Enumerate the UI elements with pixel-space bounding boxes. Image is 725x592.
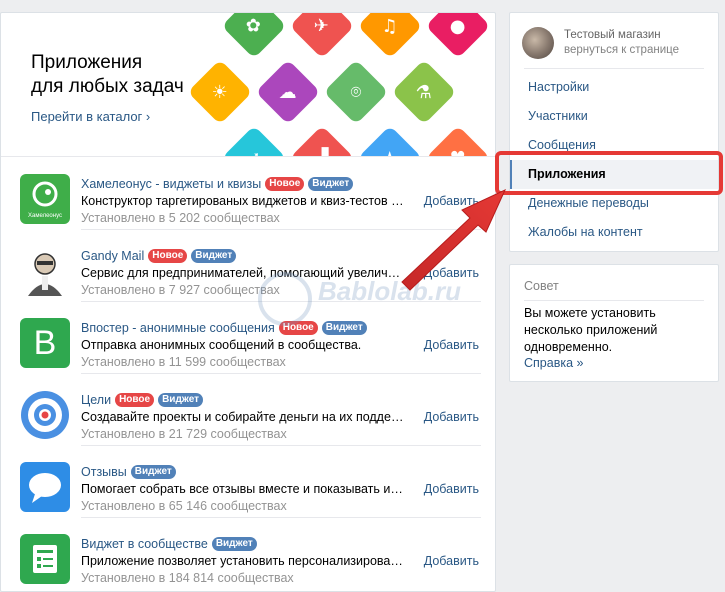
tip-title: Совет bbox=[524, 279, 559, 293]
add-app-button[interactable]: Добавить bbox=[424, 194, 479, 208]
app-title-row: Впостер - анонимные сообщения Новое Виджет bbox=[81, 321, 371, 335]
watermark: Bablolab.ru bbox=[318, 276, 462, 306]
new-badge: Новое bbox=[115, 393, 155, 407]
menu-item-content-complaints[interactable]: Жалобы на контент bbox=[510, 218, 718, 247]
airplane-icon: ✈ bbox=[289, 13, 355, 59]
app-description: Создавайте проекты и собирайте деньги на… bbox=[81, 410, 406, 424]
app-installs-count: Установлено в 11 599 сообществах bbox=[81, 355, 286, 369]
watermark-icon bbox=[258, 272, 312, 326]
highlight-box bbox=[495, 151, 723, 195]
new-badge: Новое bbox=[265, 177, 305, 191]
widget-badge: Виджет bbox=[308, 177, 354, 191]
app-name-link[interactable]: Gandy Mail bbox=[81, 249, 144, 263]
app-list-item[interactable]: Отзывы Виджет Помогает собрать все отзывы … bbox=[1, 446, 495, 518]
app-description: Приложение позволяет установить персонал… bbox=[81, 554, 406, 568]
add-app-button[interactable]: Добавить bbox=[424, 554, 479, 568]
widget-badge: Виджет bbox=[191, 249, 237, 263]
app-description: Помогает собрать все отзывы вместе и пок… bbox=[81, 482, 406, 496]
map-pin-icon: ⌾ bbox=[323, 59, 389, 125]
bell-icon: ♫ bbox=[357, 13, 423, 59]
page: Приложения для любых задач Перейти в кат… bbox=[0, 0, 725, 592]
app-installs-count: Установлено в 7 927 сообществах bbox=[81, 283, 280, 297]
svg-text:Хамелеонус: Хамелеонус bbox=[28, 213, 62, 219]
target-icon[interactable] bbox=[20, 390, 70, 440]
divider bbox=[524, 68, 704, 69]
speech-bubble-icon[interactable] bbox=[20, 462, 70, 512]
widget-badge: Виджет bbox=[130, 465, 176, 479]
menu-item-settings[interactable]: Настройки bbox=[510, 73, 718, 102]
app-name-link[interactable]: Хамелеонус - виджеты и квизы bbox=[81, 177, 261, 191]
divider bbox=[524, 300, 704, 301]
app-list: Хамелеонус Хамелеонус - виджеты и квизы Но… bbox=[1, 158, 495, 590]
flask-icon: ⚗ bbox=[391, 59, 457, 125]
app-name-link[interactable]: Цели bbox=[81, 393, 111, 407]
app-name-link[interactable]: Виджет в сообществе bbox=[81, 537, 208, 551]
sun-icon: ☀ bbox=[187, 59, 253, 125]
chameleon-icon[interactable]: Хамелеонус bbox=[20, 174, 70, 224]
vposter-icon[interactable]: B bbox=[20, 318, 70, 368]
app-installs-count: Установлено в 184 814 сообществах bbox=[81, 571, 294, 585]
app-list-item[interactable]: B Впостер - анонимные сообщения Новое Видже… bbox=[1, 302, 495, 374]
star-icon: ★ bbox=[357, 125, 423, 156]
widget-badge: Виджет bbox=[211, 537, 257, 551]
app-installs-count: Установлено в 65 146 сообществах bbox=[81, 499, 287, 513]
app-title-row: Цели Новое Виджет bbox=[81, 393, 207, 407]
flower-icon: ✿ bbox=[221, 13, 287, 59]
cloud-icon: ☁ bbox=[255, 59, 321, 125]
app-list-item[interactable]: Цели Новое Виджет Создавайте проекты и соби… bbox=[1, 374, 495, 446]
app-title-row: Виджет в сообществе Виджет bbox=[81, 537, 261, 551]
rocket-icon: ➶ bbox=[221, 125, 287, 156]
app-list-item[interactable]: Хамелеонус Хамелеонус - виджеты и квизы Но… bbox=[1, 158, 495, 230]
app-name-link[interactable]: Отзывы bbox=[81, 465, 127, 479]
add-app-button[interactable]: Добавить bbox=[424, 338, 479, 352]
apps-banner: Приложения для любых задач Перейти в кат… bbox=[1, 13, 495, 157]
add-app-button[interactable]: Добавить bbox=[424, 482, 479, 496]
app-list-item[interactable]: Виджет в сообществе Виджет Приложение позв… bbox=[1, 518, 495, 590]
app-description: Отправка анонимных сообщений в сообществ… bbox=[81, 338, 362, 352]
boot-icon: ▟ bbox=[289, 125, 355, 156]
widget-badge: Виджет bbox=[158, 393, 204, 407]
help-link[interactable]: Справка » bbox=[524, 356, 583, 370]
banner-tiles: ✿✈♫● ☀☁⌾⚗ ➶▟★♥ bbox=[161, 13, 495, 156]
tip-text: Вы можете установить несколько приложени… bbox=[524, 306, 658, 354]
apple-icon: ● bbox=[425, 13, 491, 59]
widget-form-icon[interactable] bbox=[20, 534, 70, 584]
app-title-row: Gandy Mail Новое Виджет bbox=[81, 249, 240, 263]
app-title-row: Отзывы Виджет bbox=[81, 465, 180, 479]
tip-card: Совет Вы можете установить несколько при… bbox=[509, 264, 719, 382]
avatar[interactable] bbox=[522, 27, 554, 59]
app-name-link[interactable]: Впостер - анонимные сообщения bbox=[81, 321, 275, 335]
menu-item-members[interactable]: Участники bbox=[510, 102, 718, 131]
app-installs-count: Установлено в 5 202 сообществах bbox=[81, 211, 280, 225]
new-badge: Новое bbox=[148, 249, 188, 263]
app-title-row: Хамелеонус - виджеты и квизы Новое Виджет bbox=[81, 177, 357, 191]
gandy-mail-icon[interactable] bbox=[20, 246, 70, 296]
widget-badge: Виджет bbox=[321, 321, 367, 335]
app-description: Конструктор таргетированых виджетов и кв… bbox=[81, 194, 406, 208]
community-menu-card: Тестовый магазин вернуться к странице На… bbox=[509, 12, 719, 252]
heart-icon: ♥ bbox=[425, 125, 491, 156]
back-to-page-link[interactable]: вернуться к странице bbox=[564, 43, 679, 58]
catalog-link[interactable]: Перейти в каталог › bbox=[31, 109, 150, 124]
group-header[interactable]: Тестовый магазин вернуться к странице bbox=[522, 27, 679, 59]
app-installs-count: Установлено в 21 729 сообществах bbox=[81, 427, 287, 441]
group-name[interactable]: Тестовый магазин bbox=[564, 28, 679, 43]
add-app-button[interactable]: Добавить bbox=[424, 410, 479, 424]
